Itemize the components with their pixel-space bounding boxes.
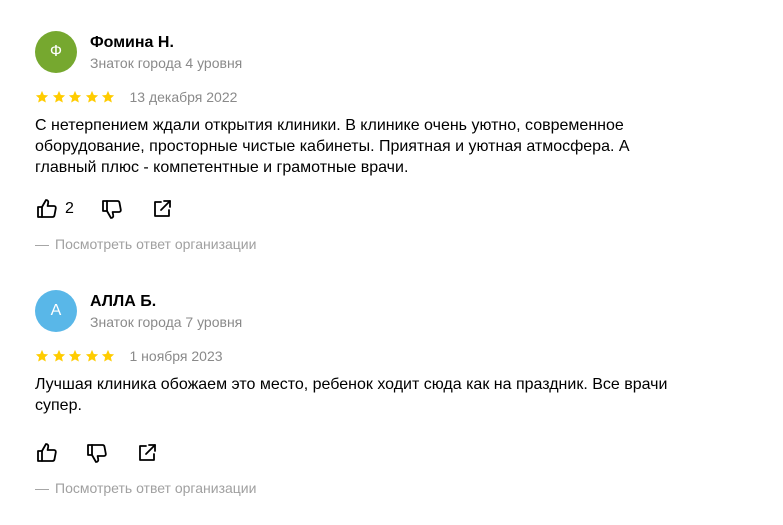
author-name[interactable]: Фомина Н. bbox=[90, 33, 242, 53]
author-info: Фомина Н. Знаток города 4 уровня bbox=[90, 33, 242, 72]
review-author: А АЛЛА Б. Знаток города 7 уровня bbox=[35, 290, 755, 332]
star-icon bbox=[52, 349, 66, 363]
like-button[interactable]: 2 bbox=[35, 197, 74, 221]
thumb-down-icon bbox=[100, 197, 124, 221]
rating-stars bbox=[35, 349, 118, 363]
avatar[interactable]: Ф bbox=[35, 31, 77, 73]
star-icon bbox=[101, 90, 115, 104]
dislike-button[interactable] bbox=[85, 441, 109, 465]
author-info: АЛЛА Б. Знаток города 7 уровня bbox=[90, 292, 242, 331]
view-organization-answer-link[interactable]: — Посмотреть ответ организации bbox=[35, 236, 755, 252]
review-card: А АЛЛА Б. Знаток города 7 уровня 1 ноябр… bbox=[35, 290, 755, 496]
thumb-up-icon bbox=[35, 197, 59, 221]
rating-row: 13 декабря 2022 bbox=[35, 87, 755, 107]
review-text: Лучшая клиника обожаем это место, ребено… bbox=[35, 376, 668, 414]
star-icon bbox=[35, 90, 49, 104]
review-actions: 2 bbox=[35, 196, 755, 222]
view-organization-answer-link[interactable]: — Посмотреть ответ организации bbox=[35, 480, 755, 496]
review-text: С нетерпением ждали открытия клиники. В … bbox=[35, 117, 630, 176]
star-icon bbox=[101, 349, 115, 363]
star-icon bbox=[85, 349, 99, 363]
star-icon bbox=[85, 90, 99, 104]
rating-row: 1 ноября 2023 bbox=[35, 346, 755, 366]
review-date: 13 декабря 2022 bbox=[129, 89, 238, 105]
star-icon bbox=[68, 349, 82, 363]
author-name[interactable]: АЛЛА Б. bbox=[90, 292, 242, 312]
star-icon bbox=[35, 349, 49, 363]
avatar-letter: Ф bbox=[49, 43, 63, 60]
star-icon bbox=[68, 90, 82, 104]
like-count: 2 bbox=[65, 200, 74, 217]
review-card: Ф Фомина Н. Знаток города 4 уровня 13 де… bbox=[35, 31, 755, 252]
author-level: Знаток города 4 уровня bbox=[90, 54, 243, 71]
avatar-letter: А bbox=[50, 302, 62, 319]
review-author: Ф Фомина Н. Знаток города 4 уровня bbox=[35, 31, 755, 73]
thumb-up-icon bbox=[35, 441, 59, 465]
like-button[interactable] bbox=[35, 441, 59, 465]
share-icon bbox=[135, 441, 159, 465]
review-date: 1 ноября 2023 bbox=[129, 348, 223, 364]
avatar[interactable]: А bbox=[35, 290, 77, 332]
org-answer-label: Посмотреть ответ организации bbox=[55, 480, 257, 496]
author-level: Знаток города 7 уровня bbox=[90, 313, 243, 330]
share-button[interactable] bbox=[150, 197, 174, 221]
rating-stars bbox=[35, 90, 118, 104]
dash-separator: — bbox=[35, 236, 49, 252]
dash-separator: — bbox=[35, 480, 49, 496]
org-answer-label: Посмотреть ответ организации bbox=[55, 236, 257, 252]
dislike-button[interactable] bbox=[100, 197, 124, 221]
thumb-down-icon bbox=[85, 441, 109, 465]
star-icon bbox=[52, 90, 66, 104]
review-actions bbox=[35, 440, 755, 466]
share-button[interactable] bbox=[135, 441, 159, 465]
share-icon bbox=[150, 197, 174, 221]
